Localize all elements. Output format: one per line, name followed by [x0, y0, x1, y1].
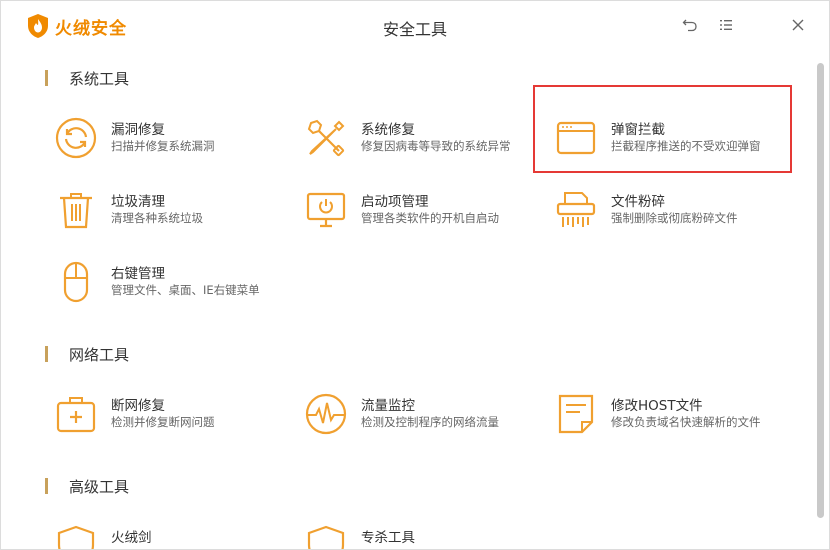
window-title: 安全工具	[382, 20, 447, 39]
app-window: 火绒安全 安全工具 系统工具 漏洞修复 扫描并修复系统漏洞 系统修复 修复因病毒…	[0, 0, 830, 550]
tool-context-menu-manager[interactable]: 右键管理 管理文件、桌面、IE右键菜单	[55, 261, 305, 311]
section-title-system-tools: 系统工具	[45, 68, 129, 89]
tool-edit-hosts-file[interactable]: 修改HOST文件 修改负责域名快速解析的文件	[555, 393, 805, 443]
tool-popup-blocker[interactable]: 弹窗拦截 拦截程序推送的不受欢迎弹窗	[555, 117, 805, 167]
refresh-circle-icon	[55, 117, 97, 159]
trash-icon	[60, 193, 92, 229]
document-icon	[558, 394, 594, 434]
tool-description: 检测并修复断网问题	[111, 415, 215, 429]
tool-description: 强制删除或彻底粉碎文件	[611, 211, 738, 225]
tool-name: 文件粉碎	[611, 194, 665, 210]
tool-name: 修改HOST文件	[611, 398, 703, 414]
section-title-advanced-tools: 高级工具	[45, 476, 129, 497]
tool-description: 管理文件、桌面、IE右键菜单	[111, 283, 260, 297]
monitor-power-icon	[306, 192, 346, 228]
tool-file-shredder[interactable]: 文件粉碎 强制删除或彻底粉碎文件	[555, 189, 805, 239]
tool-name: 专杀工具	[361, 530, 415, 546]
undo-arrow-icon	[682, 19, 697, 32]
tool-name: 漏洞修复	[111, 122, 165, 138]
menu-button[interactable]	[716, 15, 736, 35]
shield-icon	[307, 525, 345, 549]
list-menu-icon	[720, 20, 732, 30]
close-icon	[792, 19, 804, 31]
popup-window-icon	[556, 121, 596, 155]
tool-system-repair[interactable]: 系统修复 修复因病毒等导致的系统异常	[305, 117, 555, 167]
tool-junk-cleaner[interactable]: 垃圾清理 清理各种系统垃圾	[55, 189, 305, 239]
scrollbar-thumb[interactable]	[817, 63, 824, 518]
tool-description: 扫描并修复系统漏洞	[111, 139, 215, 153]
tool-network-repair[interactable]: 断网修复 检测并修复断网问题	[55, 393, 305, 443]
shredder-icon	[556, 192, 596, 227]
tool-description: 管理各类软件的开机自启动	[361, 211, 499, 225]
pulse-gauge-icon	[305, 393, 347, 435]
shield-icon	[57, 525, 95, 549]
tool-name: 火绒剑	[111, 530, 152, 546]
tool-name: 垃圾清理	[111, 194, 165, 210]
tool-description: 清理各种系统垃圾	[111, 211, 203, 225]
back-button[interactable]	[680, 15, 700, 35]
tool-vulnerability-repair[interactable]: 漏洞修复 扫描并修复系统漏洞	[55, 117, 305, 167]
tool-traffic-monitor[interactable]: 流量监控 检测及控制程序的网络流量	[305, 393, 555, 443]
first-aid-kit-icon	[56, 397, 96, 433]
tool-name: 弹窗拦截	[611, 122, 665, 138]
tool-description: 拦截程序推送的不受欢迎弹窗	[611, 139, 761, 153]
mouse-icon	[63, 261, 89, 303]
tool-description: 修复因病毒等导致的系统异常	[361, 139, 511, 153]
tool-huorong-sword[interactable]: 火绒剑	[55, 525, 305, 549]
tool-special-removal[interactable]: 专杀工具	[305, 525, 555, 549]
tool-description: 检测及控制程序的网络流量	[361, 415, 499, 429]
tool-description: 修改负责域名快速解析的文件	[611, 415, 761, 429]
tool-name: 启动项管理	[361, 194, 429, 210]
wrench-screwdriver-icon	[307, 119, 345, 157]
tool-startup-manager[interactable]: 启动项管理 管理各类软件的开机自启动	[305, 189, 555, 239]
tools-content: 系统工具 漏洞修复 扫描并修复系统漏洞 系统修复 修复因病毒等导致的系统异常 弹…	[1, 51, 813, 549]
section-title-network-tools: 网络工具	[45, 344, 129, 365]
close-button[interactable]	[788, 15, 808, 35]
tool-name: 右键管理	[111, 266, 165, 282]
tool-name: 流量监控	[361, 398, 415, 414]
tool-name: 系统修复	[361, 122, 415, 138]
scrollbar[interactable]	[815, 63, 825, 533]
tool-name: 断网修复	[111, 398, 165, 414]
title-bar: 火绒安全 安全工具	[1, 1, 829, 51]
